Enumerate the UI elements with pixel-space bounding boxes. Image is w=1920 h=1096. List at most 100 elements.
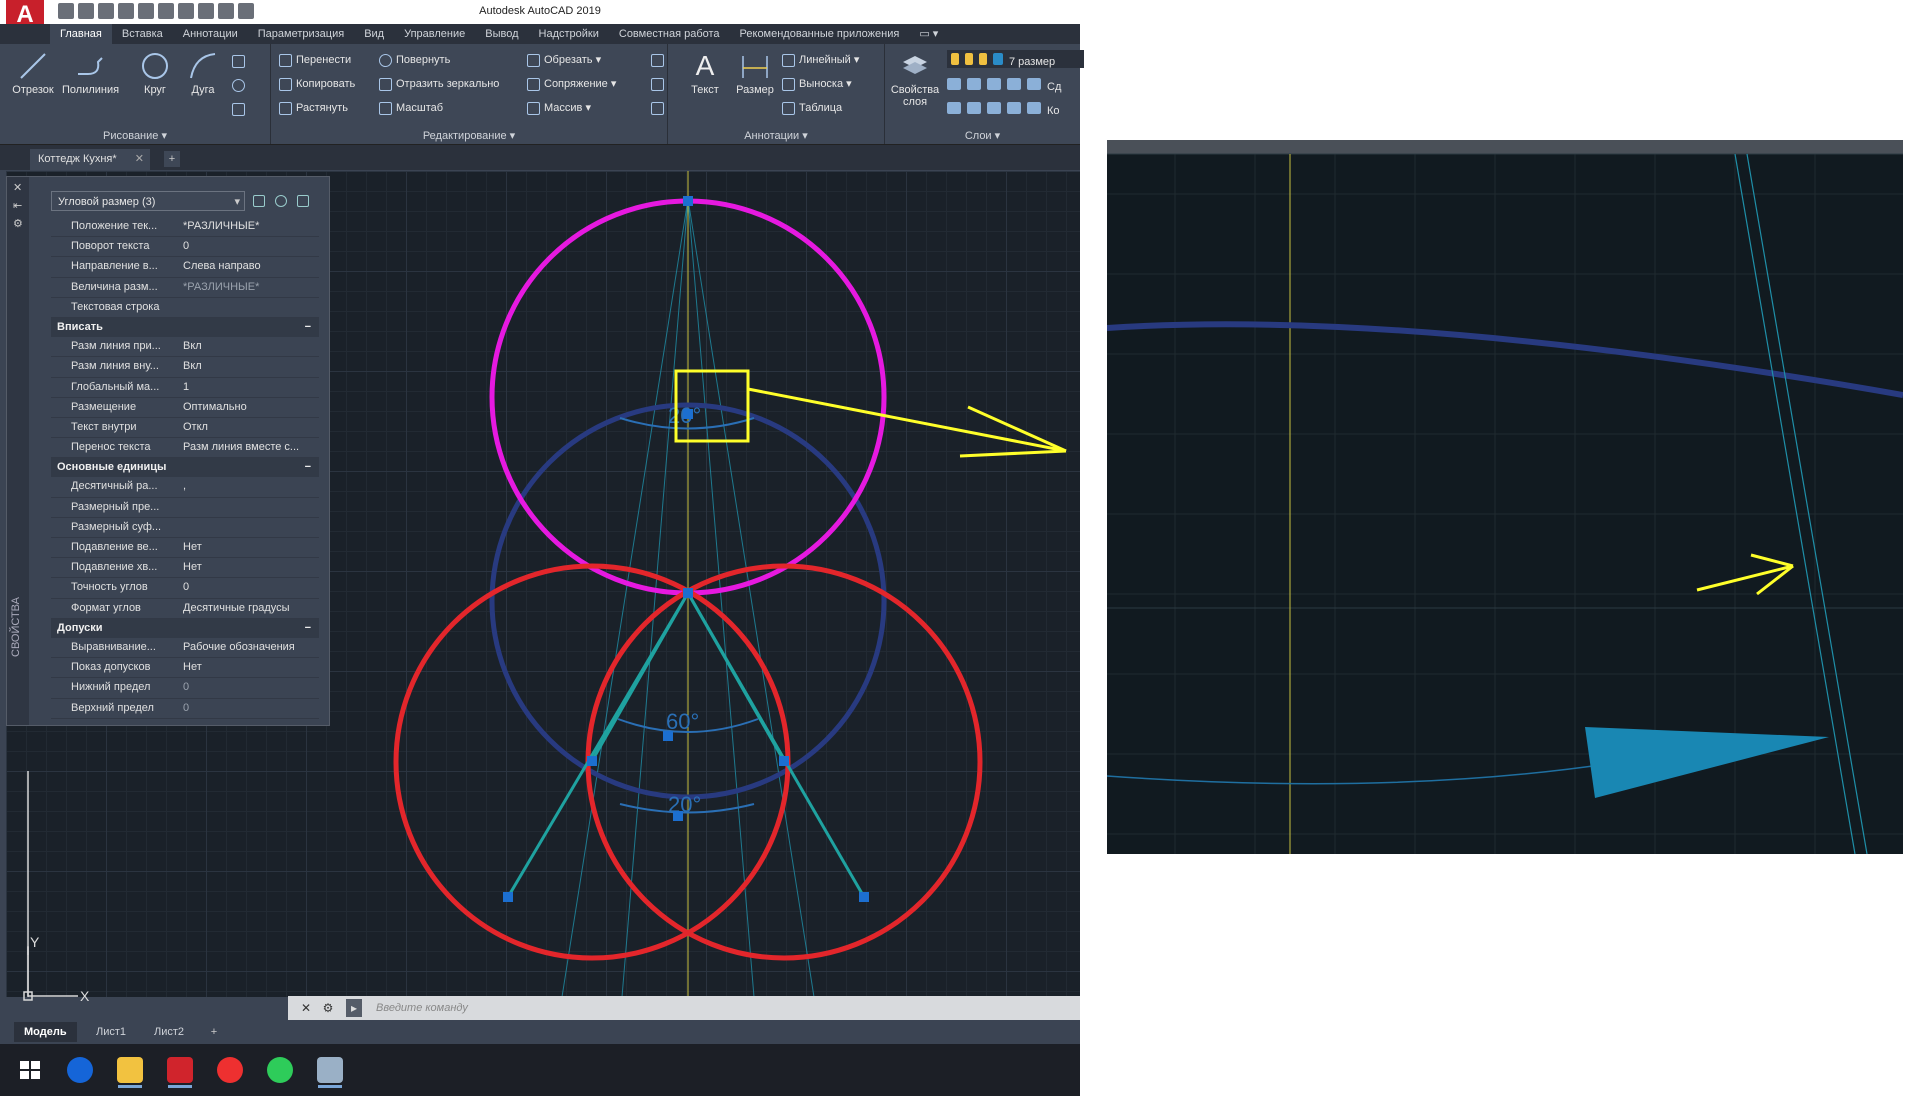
layer-tool-icon[interactable] <box>967 78 981 90</box>
tab-featured-apps[interactable]: Рекомендованные приложения <box>730 24 910 44</box>
section-primary-units[interactable]: Основные единицы − <box>51 458 319 478</box>
property-row[interactable]: Разм линия вну... Вкл <box>51 357 319 378</box>
tab-home[interactable]: Главная <box>50 24 112 44</box>
property-row[interactable]: Разм линия при... Вкл <box>51 337 319 358</box>
property-row[interactable]: Точность углов 0 <box>51 578 319 599</box>
layer-tool-icon[interactable] <box>947 102 961 114</box>
palette-settings-icon[interactable]: ⚙ <box>13 217 23 230</box>
ellipse-icon[interactable] <box>232 76 249 94</box>
ribbon-toggle-icon[interactable]: ▭ ▾ <box>909 24 948 44</box>
rotate-button[interactable]: Повернуть <box>379 51 450 69</box>
draw-panel-title[interactable]: Рисование ▾ <box>0 129 270 142</box>
autocad-icon[interactable] <box>160 1052 200 1088</box>
property-row[interactable]: Выравнивание... Рабочие обозначения <box>51 638 319 659</box>
copy-button[interactable]: Копировать <box>279 75 355 93</box>
layer-tool-icon[interactable] <box>1007 78 1021 90</box>
property-row[interactable]: Размерный суф... <box>51 518 319 538</box>
scale-button[interactable]: Масштаб <box>379 99 443 117</box>
tab-layout1[interactable]: Лист1 <box>86 1022 136 1042</box>
property-row[interactable]: Формат углов Десятичные градусы <box>51 599 319 619</box>
property-row[interactable]: Подавление ве... Нет <box>51 538 319 559</box>
property-row[interactable]: Текстовая строка <box>51 298 319 318</box>
property-row[interactable]: Размещение Оптимально <box>51 398 319 418</box>
table-button[interactable]: Таблица <box>782 99 842 117</box>
polyline-button[interactable]: Полилиния <box>62 50 119 96</box>
layers-panel-title[interactable]: Слои ▾ <box>885 129 1080 142</box>
tab-output[interactable]: Вывод <box>475 24 528 44</box>
layer-tool-icon[interactable] <box>1027 102 1041 114</box>
document-tab[interactable]: Коттедж Кухня* ✕ <box>30 149 150 170</box>
linear-dim-button[interactable]: Линейный ▾ <box>782 51 859 69</box>
erase-icon[interactable] <box>651 51 668 69</box>
toggle-pickadd-icon[interactable] <box>253 195 265 207</box>
property-row[interactable]: Направление в... Слева направо <box>51 257 319 278</box>
collapse-icon[interactable]: − <box>305 458 311 477</box>
quick-select-icon[interactable] <box>297 195 309 207</box>
close-palette-icon[interactable]: ✕ <box>13 181 22 194</box>
whatsapp-icon[interactable] <box>260 1052 300 1088</box>
property-row[interactable]: Положение тек... *РАЗЛИЧНЫЕ* <box>51 217 319 238</box>
rectangle-icon[interactable] <box>232 52 249 70</box>
close-command-icon[interactable]: ✕ <box>298 999 314 1017</box>
tab-collaborate[interactable]: Совместная работа <box>609 24 730 44</box>
wrench-icon[interactable]: ⚙ <box>320 999 336 1017</box>
layer-tool-icon[interactable] <box>1027 78 1041 90</box>
layer-tool-icon[interactable] <box>1007 102 1021 114</box>
tab-view[interactable]: Вид <box>354 24 394 44</box>
offset-icon[interactable] <box>651 99 668 117</box>
add-layout-button[interactable]: + <box>206 1024 222 1040</box>
tab-layout2[interactable]: Лист2 <box>144 1022 194 1042</box>
circle-button[interactable]: Круг <box>132 50 178 96</box>
property-row[interactable]: Десятичный ра..., <box>51 477 319 498</box>
layer-dropdown[interactable]: 7 размер <box>947 50 1084 68</box>
line-button[interactable]: Отрезок <box>10 50 56 96</box>
property-row[interactable]: Подавление хв... Нет <box>51 558 319 579</box>
property-row[interactable]: Верхний предел 0 <box>51 699 319 719</box>
property-row[interactable]: Перенос текста Разм линия вместе с... <box>51 438 319 459</box>
command-input[interactable]: Введите команду <box>376 996 468 1020</box>
close-tab-icon[interactable]: ✕ <box>135 149 144 170</box>
text-button[interactable]: A Текст <box>682 50 728 96</box>
command-history-icon[interactable]: ▸ <box>346 999 362 1017</box>
folder-icon[interactable] <box>110 1052 150 1088</box>
new-tab-button[interactable]: + <box>164 151 180 167</box>
property-row[interactable]: Показ допусков Нет <box>51 658 319 679</box>
dimension-button[interactable]: Размер <box>732 50 778 96</box>
windows-icon[interactable] <box>10 1052 50 1088</box>
array-button[interactable]: Массив ▾ <box>527 99 591 117</box>
property-row[interactable]: Величина разм... *РАЗЛИЧНЫЕ* <box>51 278 319 298</box>
section-tolerances[interactable]: Допуски − <box>51 618 319 638</box>
selection-dropdown[interactable]: Угловой размер (3) ▾ <box>51 191 245 211</box>
collapse-icon[interactable]: − <box>305 619 311 638</box>
layer-tool-icon[interactable] <box>987 102 1001 114</box>
select-objects-icon[interactable] <box>275 195 287 207</box>
property-row[interactable]: Размерный пре... <box>51 498 319 518</box>
hatch-icon[interactable] <box>232 100 249 118</box>
tab-parametric[interactable]: Параметризация <box>248 24 354 44</box>
modify-panel-title[interactable]: Редактирование ▾ <box>271 129 667 142</box>
tab-manage[interactable]: Управление <box>394 24 475 44</box>
tab-addins[interactable]: Надстройки <box>529 24 609 44</box>
leader-button[interactable]: Выноска ▾ <box>782 75 852 93</box>
explode-icon[interactable] <box>651 75 668 93</box>
arrow-up-icon[interactable] <box>60 1052 100 1088</box>
layer-tool-icon[interactable] <box>987 78 1001 90</box>
yandex-icon[interactable] <box>210 1052 250 1088</box>
property-row[interactable]: Текст внутри Откл <box>51 418 319 439</box>
tab-annotate[interactable]: Аннотации <box>173 24 248 44</box>
fillet-button[interactable]: Сопряжение ▾ <box>527 75 616 93</box>
layer-tool-icon[interactable] <box>947 78 961 90</box>
tab-insert[interactable]: Вставка <box>112 24 173 44</box>
property-row[interactable]: Глобальный ма... 1 <box>51 378 319 398</box>
property-row[interactable]: Поворот текста 0 <box>51 237 319 258</box>
trim-button[interactable]: Обрезать ▾ <box>527 51 601 69</box>
section-fit[interactable]: Вписать − <box>51 317 319 338</box>
tab-model[interactable]: Модель <box>14 1022 77 1042</box>
mirror-button[interactable]: Отразить зеркально <box>379 75 499 93</box>
annotation-panel-title[interactable]: Аннотации ▾ <box>668 129 884 142</box>
layer-properties-button[interactable]: Свойства слоя <box>887 50 943 108</box>
stretch-button[interactable]: Растянуть <box>279 99 348 117</box>
paint-icon[interactable] <box>310 1052 350 1088</box>
palette-autohide-icon[interactable]: ⇤ <box>13 199 22 212</box>
arc-button[interactable]: Дуга <box>180 50 226 96</box>
